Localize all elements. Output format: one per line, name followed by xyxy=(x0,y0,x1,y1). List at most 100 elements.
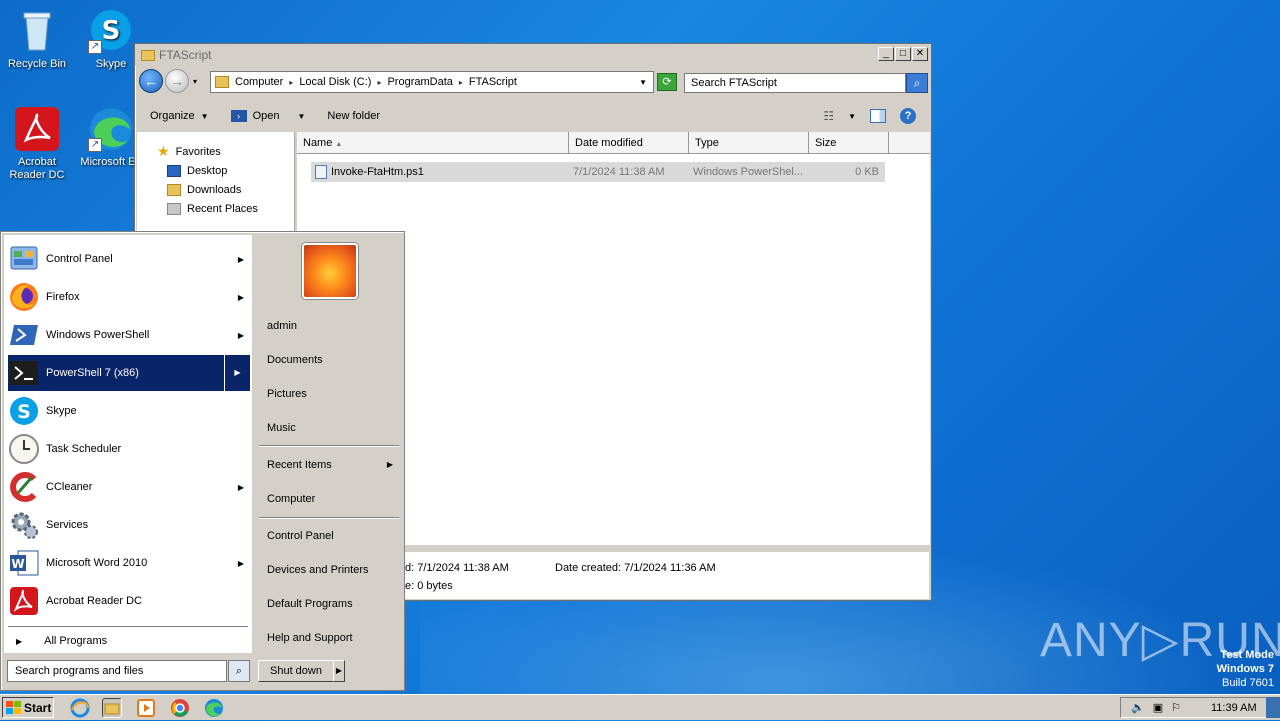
organize-button[interactable]: Organize ▼ xyxy=(150,110,209,122)
internet-explorer-icon[interactable] xyxy=(70,698,90,718)
refresh-button[interactable]: ⟳ xyxy=(657,73,677,91)
user-avatar[interactable] xyxy=(302,243,358,299)
program-acrobat[interactable]: Acrobat Reader DC xyxy=(8,583,250,619)
ps1-file-icon xyxy=(315,165,327,179)
volume-icon[interactable]: 🔈 xyxy=(1131,701,1145,714)
menu-item-recent-items[interactable]: Recent Items ▶ xyxy=(267,455,397,475)
back-button[interactable]: ← xyxy=(139,69,163,93)
menu-item-computer[interactable]: Computer xyxy=(267,489,397,509)
view-options-icon[interactable]: ☷ xyxy=(823,109,834,123)
search-input[interactable]: Search FTAScript xyxy=(684,73,906,93)
desktop-icon-recycle-bin[interactable]: Recycle Bin xyxy=(0,8,74,71)
edge-icon: ↗ xyxy=(88,106,134,152)
start-button[interactable]: Start xyxy=(2,697,54,718)
desktop-icon-acrobat[interactable]: Acrobat Reader DC xyxy=(0,106,74,182)
forward-button[interactable]: → xyxy=(165,69,189,93)
divider xyxy=(8,626,248,628)
show-desktop-button[interactable] xyxy=(1266,697,1280,718)
menu-item-control-panel[interactable]: Control Panel xyxy=(267,526,397,546)
program-word[interactable]: W Microsoft Word 2010 ▶ xyxy=(8,545,250,581)
start-search-input[interactable]: Search programs and files xyxy=(7,660,227,682)
submenu-arrow-icon[interactable]: ▶ xyxy=(224,355,250,391)
shutdown-options-icon[interactable]: ▶ xyxy=(333,660,345,682)
acrobat-icon xyxy=(14,106,60,152)
all-programs-button[interactable]: ▶ All Programs xyxy=(8,631,250,651)
menu-item-default-programs[interactable]: Default Programs xyxy=(267,594,397,614)
clock[interactable]: 11:39 AM xyxy=(1211,702,1257,714)
nav-desktop[interactable]: Desktop xyxy=(157,161,294,180)
breadcrumb-local-disk[interactable]: Local Disk (C:) xyxy=(299,76,371,88)
column-header-size[interactable]: Size xyxy=(809,132,889,153)
shortcut-arrow-icon: ↗ xyxy=(88,40,102,54)
submenu-arrow-icon: ▶ xyxy=(237,292,244,302)
skype-icon: S ↗ xyxy=(88,8,134,54)
dropdown-arrow-icon: ▼ xyxy=(200,111,209,121)
menu-item-devices-printers[interactable]: Devices and Printers xyxy=(267,560,397,580)
star-icon: ★ xyxy=(157,143,170,159)
file-row[interactable]: Invoke-FtaHtm.ps1 7/1/2024 11:38 AM Wind… xyxy=(311,162,885,182)
nav-downloads[interactable]: Downloads xyxy=(157,180,294,199)
test-mode-label: Test Mode xyxy=(1220,649,1274,661)
breadcrumb-computer[interactable]: Computer xyxy=(235,76,283,88)
view-dropdown-icon[interactable]: ▼ xyxy=(848,112,856,121)
svg-text:S: S xyxy=(17,401,31,423)
program-powershell-7[interactable]: PowerShell 7 (x86) ▶ xyxy=(8,355,250,391)
recent-pages-chevron-icon[interactable]: ▾ xyxy=(193,77,197,86)
search-icon[interactable]: ⌕ xyxy=(906,73,928,93)
nav-recent-places[interactable]: Recent Places xyxy=(157,199,294,218)
maximize-button[interactable]: □ xyxy=(895,47,911,61)
program-skype[interactable]: S Skype xyxy=(8,393,250,429)
edge-icon[interactable] xyxy=(204,698,224,718)
downloads-icon xyxy=(167,183,181,196)
breadcrumb-programdata[interactable]: ProgramData xyxy=(387,76,452,88)
open-button[interactable]: › Open ▼ xyxy=(230,110,305,122)
menu-item-documents[interactable]: Documents xyxy=(267,350,397,370)
menu-item-music[interactable]: Music xyxy=(267,418,397,438)
windows-logo-icon xyxy=(6,701,21,714)
address-dropdown-icon[interactable]: ▼ xyxy=(639,78,647,87)
program-task-scheduler[interactable]: Task Scheduler xyxy=(8,431,250,467)
search-icon[interactable]: ⌕ xyxy=(228,660,250,682)
action-center-flag-icon[interactable]: ⚐ xyxy=(1171,701,1181,714)
help-icon[interactable]: ? xyxy=(900,108,916,124)
column-header-type[interactable]: Type xyxy=(689,132,809,153)
nav-favorites[interactable]: ★ Favorites xyxy=(157,142,294,161)
program-services[interactable]: Services xyxy=(8,507,250,543)
explorer-titlebar[interactable]: FTAScript _ □ ✕ xyxy=(135,44,931,66)
network-icon[interactable]: ▣ xyxy=(1153,701,1163,714)
breadcrumb-chevron-icon[interactable]: ▸ xyxy=(377,78,381,87)
preview-pane-icon[interactable] xyxy=(870,109,886,123)
menu-item-user[interactable]: admin xyxy=(267,316,397,336)
new-folder-button[interactable]: New folder xyxy=(327,110,380,122)
start-menu-programs: Control Panel ▶ Firefox ▶ Windows PowerShe… xyxy=(4,235,252,653)
address-bar[interactable]: Computer ▸ Local Disk (C:) ▸ ProgramData ▸ … xyxy=(210,71,654,93)
column-header-name[interactable]: Name ▲ xyxy=(297,132,569,153)
recent-places-icon xyxy=(167,202,181,215)
program-label: Microsoft Word 2010 xyxy=(46,557,148,569)
column-header-date[interactable]: Date modified xyxy=(569,132,689,153)
shutdown-button[interactable]: Shut down xyxy=(258,660,334,682)
system-tray: 🔈 ▣ ⚐ 11:39 AM xyxy=(1120,697,1278,718)
file-name: Invoke-FtaHtm.ps1 xyxy=(331,166,424,178)
menu-item-help-support[interactable]: Help and Support xyxy=(267,628,397,648)
program-firefox[interactable]: Firefox ▶ xyxy=(8,279,250,315)
nav-label: Recent Places xyxy=(187,202,258,215)
breadcrumb-ftascript[interactable]: FTAScript xyxy=(469,76,517,88)
close-button[interactable]: ✕ xyxy=(912,47,928,61)
organize-label: Organize xyxy=(150,110,195,122)
program-ccleaner[interactable]: CCleaner ▶ xyxy=(8,469,250,505)
menu-item-pictures[interactable]: Pictures xyxy=(267,384,397,404)
program-windows-powershell[interactable]: Windows PowerShell ▶ xyxy=(8,317,250,353)
nav-label: Favorites xyxy=(175,145,221,158)
chrome-icon[interactable] xyxy=(170,698,190,718)
start-menu: Control Panel ▶ Firefox ▶ Windows PowerShe… xyxy=(0,231,405,691)
minimize-button[interactable]: _ xyxy=(878,47,894,61)
breadcrumb-chevron-icon[interactable]: ▸ xyxy=(459,78,463,87)
explorer-taskbar-icon[interactable] xyxy=(102,698,122,718)
program-control-panel[interactable]: Control Panel ▶ xyxy=(8,241,250,277)
menu-item-label: Recent Items xyxy=(267,459,332,471)
nav-label: Desktop xyxy=(187,164,228,177)
open-label: Open xyxy=(252,110,280,122)
breadcrumb-chevron-icon[interactable]: ▸ xyxy=(289,78,293,87)
media-player-icon[interactable] xyxy=(136,698,156,718)
